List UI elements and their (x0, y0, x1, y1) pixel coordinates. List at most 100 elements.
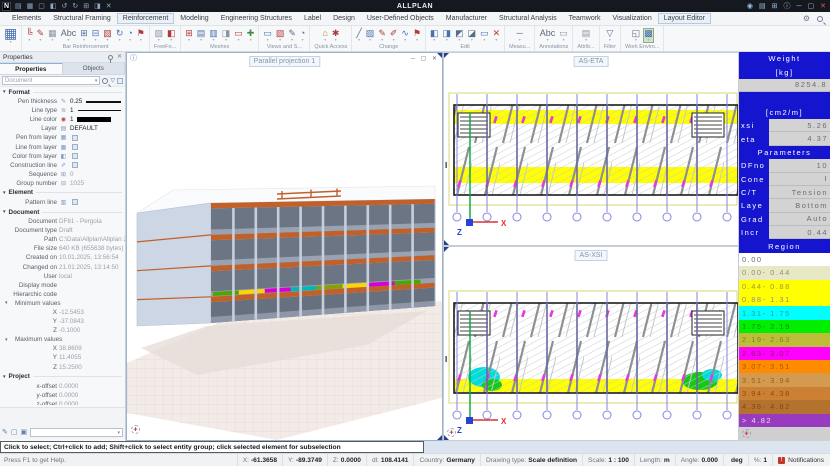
status-field[interactable]: deg (723, 454, 748, 466)
property-row[interactable]: Changed on 21.01.2025, 13:14:50 (0, 263, 125, 272)
origin-icon[interactable]: ✚ (742, 429, 751, 438)
tool-icon[interactable]: ◔ (127, 29, 132, 42)
tool-icon[interactable]: ⌂ (322, 29, 327, 42)
legend-color-step[interactable]: 3.51- 3.94 (739, 373, 830, 386)
property-row[interactable]: X 38.8609 (0, 344, 125, 353)
status-field[interactable]: Drawing type:Scale definition (480, 454, 582, 466)
tool-icon[interactable]: ⊟ (92, 29, 100, 42)
quick-access-icon[interactable]: ▢ (38, 3, 45, 10)
property-row[interactable]: y-offset 0.0000 (0, 391, 125, 400)
viewport-caption[interactable]: AS-ETA (574, 56, 609, 67)
legend-color-step[interactable]: > 4.82 (739, 414, 830, 427)
tool-icon[interactable]: ▤ (197, 29, 206, 42)
menu-tab[interactable]: Layout Editor (658, 13, 711, 24)
property-row[interactable]: Created on 10.01.2025, 13:56:54 (0, 253, 125, 262)
quick-access-icon[interactable]: ↺ (62, 3, 68, 10)
menu-tab[interactable]: Structural Framing (47, 13, 117, 24)
legend-color-step[interactable]: 0.00 (739, 253, 830, 266)
legend-color-step[interactable]: 2.19- 2.63 (739, 333, 830, 346)
property-row[interactable]: Path C:\Data\Allplan\Allplan 2 (0, 235, 125, 244)
document-icon[interactable]: ▢ (11, 429, 18, 436)
minimize-button[interactable]: ─ (797, 3, 802, 10)
result-legend-panel[interactable]: Weight [kg] 8254.8 [cm2/m] xsi 5.26 eta … (739, 52, 830, 441)
property-row[interactable]: User local (0, 272, 125, 281)
filter-combobox[interactable]: Document (2, 76, 100, 85)
tool-icon[interactable]: ⚑ (137, 29, 145, 42)
checkbox[interactable] (72, 162, 78, 168)
tool-icon[interactable]: ▭ (263, 29, 272, 42)
tool-icon[interactable]: ⊞ (80, 29, 88, 42)
tool-icon[interactable]: ▭ (559, 29, 568, 42)
menu-tab[interactable]: Elements (6, 13, 47, 24)
tool-icon[interactable]: ✱ (332, 29, 340, 42)
viewport-as-xsi[interactable]: AS-XSI I (443, 246, 739, 441)
tool-icon[interactable]: Abc (540, 29, 556, 42)
tool-icon[interactable]: ✎ (378, 29, 386, 42)
tab-objects[interactable]: Objects (63, 63, 126, 74)
checkbox[interactable] (72, 135, 78, 141)
status-field[interactable]: Country:Germany (413, 454, 480, 466)
checkbox[interactable] (72, 144, 78, 150)
menu-tab[interactable]: Teamwork (563, 13, 607, 24)
property-row[interactable]: Display mode (0, 281, 125, 290)
quick-access-icon[interactable]: ✕ (106, 3, 112, 10)
property-row[interactable]: Layer ▤ DEFAULT (0, 124, 125, 133)
gear-icon[interactable]: ⚙ (803, 15, 810, 23)
status-field[interactable]: Z:0.0000 (327, 454, 366, 466)
section-header-project[interactable]: Project (0, 372, 125, 382)
tool-icon[interactable]: ▭ (234, 29, 243, 42)
viewport-caption[interactable]: Parallel projection 1 (249, 56, 320, 67)
menu-tab[interactable]: Structural Analysis (493, 13, 563, 24)
property-row[interactable]: Line from layer ▦ (0, 142, 125, 151)
tool-icon[interactable]: ◩ (455, 29, 464, 42)
status-field[interactable]: Length:m (634, 454, 675, 466)
property-row[interactable]: Hierarchic code (0, 290, 125, 299)
tool-icon[interactable]: ⚑ (413, 29, 421, 42)
property-row[interactable]: File size 640 KB (655638 bytes) (0, 244, 125, 253)
store-icon[interactable]: ⊞ (772, 3, 778, 10)
tool-icon[interactable]: ⊞ (185, 29, 193, 42)
pin-icon[interactable] (108, 55, 113, 60)
tool-icon[interactable]: ╚ (26, 29, 32, 42)
documents-icon[interactable]: ▣ (21, 429, 28, 436)
property-row[interactable]: Color from layer ◧ (0, 152, 125, 161)
property-row[interactable]: X -12.5453 (0, 308, 125, 317)
section-header-document[interactable]: Document (0, 207, 125, 217)
tool-icon[interactable]: ▧ (276, 29, 285, 42)
app-logo[interactable]: N (2, 2, 11, 11)
origin-icon[interactable]: ✚ (131, 425, 140, 434)
menu-tab[interactable]: Modeling (174, 13, 214, 24)
status-field[interactable]: %:1 (748, 454, 772, 466)
viewport-window-controls[interactable]: ─ ▢ ✕ (411, 55, 439, 62)
checkbox[interactable] (72, 199, 78, 205)
menu-tab[interactable]: User-Defined Objects (361, 13, 440, 24)
tab-properties[interactable]: Properties (0, 63, 63, 74)
quick-access-icon[interactable]: ⊞ (83, 3, 89, 10)
quick-access-icon[interactable]: ◨ (94, 3, 101, 10)
info-icon[interactable]: ⓘ (130, 55, 137, 62)
color-swatch[interactable] (77, 117, 111, 122)
viewport-caption[interactable]: AS-XSI (575, 250, 608, 261)
tool-icon[interactable]: ✎ (37, 29, 45, 42)
status-field[interactable]: X:-61.3658 (237, 454, 282, 466)
quick-access-icon[interactable]: ▦ (27, 3, 34, 10)
property-row[interactable]: Y -37.0843 (0, 317, 125, 326)
property-row[interactable]: Line color ◉ 1 (0, 115, 125, 124)
tool-icon[interactable]: ▭ (480, 29, 489, 42)
menu-tab[interactable]: Design (327, 13, 361, 24)
legend-color-step[interactable]: 0.44- 0.88 (739, 280, 830, 293)
status-field[interactable]: Angle:0.000 (675, 454, 723, 466)
legend-color-step[interactable]: 4.38- 4.82 (739, 400, 830, 413)
tool-icon[interactable]: ◪ (468, 29, 477, 42)
tool-icon[interactable]: ◧ (167, 29, 176, 42)
status-field[interactable]: Scale:1 : 100 (582, 454, 634, 466)
edit-icon[interactable]: ✎ (2, 429, 8, 436)
property-row[interactable]: ▾ Maximum values (0, 335, 125, 344)
search-icon[interactable] (817, 16, 823, 22)
legend-color-step[interactable]: 3.07- 3.51 (739, 360, 830, 373)
property-row[interactable]: Sequence ⊞ 0 (0, 170, 125, 179)
tool-icon[interactable]: ╱ (356, 29, 361, 42)
property-row[interactable]: Pattern line ▥ (0, 198, 125, 207)
property-row[interactable]: Document DF61 - Pergola (0, 217, 125, 226)
checkbox[interactable] (72, 153, 78, 159)
